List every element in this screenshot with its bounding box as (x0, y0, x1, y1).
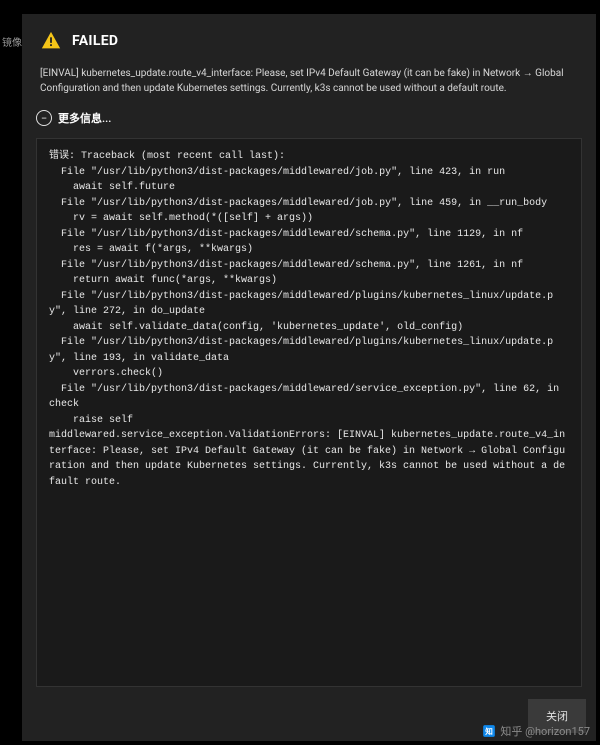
warning-icon (40, 30, 62, 52)
collapse-icon: − (36, 110, 52, 126)
error-dialog: FAILED [EINVAL] kubernetes_update.route_… (22, 14, 596, 741)
close-button[interactable]: 关闭 (528, 699, 586, 733)
dialog-title: FAILED (72, 33, 118, 49)
dialog-header: FAILED (22, 14, 596, 60)
traceback-container: 错误: Traceback (most recent call last): F… (36, 138, 582, 687)
more-info-toggle[interactable]: − 更多信息... (22, 106, 596, 134)
traceback-text: 错误: Traceback (most recent call last): F… (49, 149, 569, 490)
more-info-label: 更多信息... (58, 110, 111, 126)
error-description: [EINVAL] kubernetes_update.route_v4_inte… (22, 60, 596, 106)
dialog-footer: 关闭 (22, 691, 596, 741)
side-label: 镜像 (2, 34, 22, 49)
